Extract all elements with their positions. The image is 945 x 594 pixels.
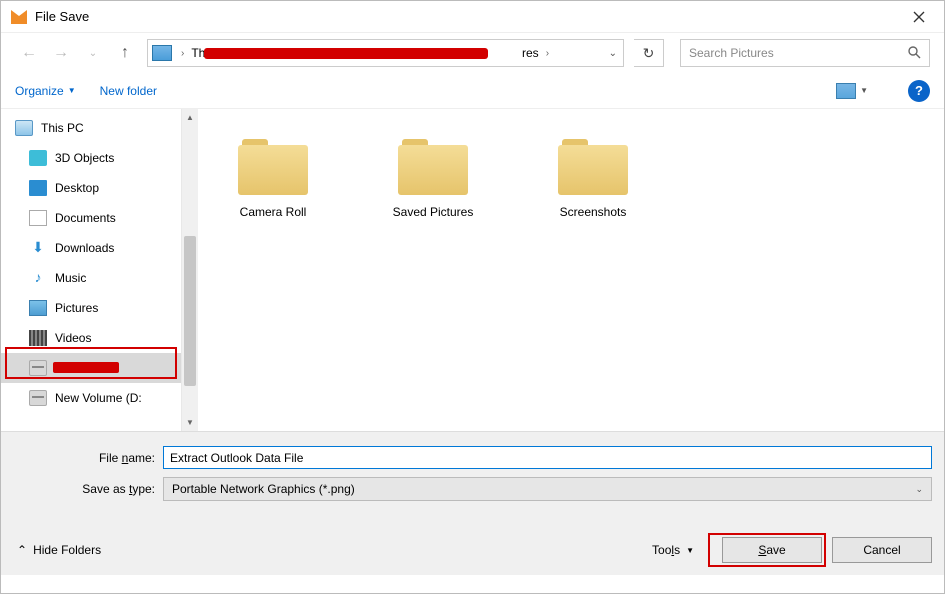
hide-folders-button[interactable]: ⌃ Hide Folders xyxy=(13,543,101,557)
filename-label: File name: xyxy=(13,451,163,465)
back-button[interactable]: ← xyxy=(15,41,43,65)
hide-folders-label: Hide Folders xyxy=(33,543,101,557)
forward-button[interactable]: → xyxy=(47,41,75,65)
pc-icon xyxy=(15,120,33,136)
recent-dropdown[interactable]: ⌄ xyxy=(79,41,107,65)
folder-camera-roll[interactable]: Camera Roll xyxy=(218,139,328,219)
search-input[interactable]: Search Pictures xyxy=(680,39,930,67)
download-icon xyxy=(29,240,47,256)
folder-label: Screenshots xyxy=(560,205,627,219)
chevron-right-icon: › xyxy=(543,48,552,59)
saveastype-label: Save as type: xyxy=(13,482,163,496)
scroll-thumb[interactable] xyxy=(184,236,196,386)
drive-icon xyxy=(29,390,47,406)
cube-icon xyxy=(29,150,47,166)
saveastype-value: Portable Network Graphics (*.png) xyxy=(172,482,355,496)
navigation-tree: This PC 3D Objects Desktop Documents Dow… xyxy=(1,109,181,431)
nav-label: Videos xyxy=(55,331,91,345)
address-dropdown[interactable]: ⌄ xyxy=(609,48,617,59)
scroll-up-button[interactable]: ▲ xyxy=(182,109,198,126)
chevron-down-icon: ▼ xyxy=(860,86,868,95)
view-options-button[interactable]: ▼ xyxy=(830,81,874,101)
nav-this-pc[interactable]: This PC xyxy=(1,113,181,143)
search-icon xyxy=(907,45,921,62)
scroll-down-button[interactable]: ▼ xyxy=(182,414,198,431)
nav-pictures[interactable]: Pictures xyxy=(1,293,181,323)
close-button[interactable] xyxy=(896,2,942,32)
nav-label: New Volume (D: xyxy=(55,391,142,405)
nav-desktop[interactable]: Desktop xyxy=(1,173,181,203)
close-icon xyxy=(913,11,925,23)
videos-icon xyxy=(29,330,47,346)
nav-label: Downloads xyxy=(55,241,114,255)
search-placeholder: Search Pictures xyxy=(689,46,774,60)
tools-button[interactable]: Tools ▼ xyxy=(652,543,694,557)
location-icon xyxy=(152,45,172,61)
nav-drive-d[interactable]: New Volume (D: xyxy=(1,383,181,413)
nav-3d-objects[interactable]: 3D Objects xyxy=(1,143,181,173)
folder-icon xyxy=(398,139,468,195)
documents-icon xyxy=(29,210,47,226)
nav-label: Documents xyxy=(55,211,116,225)
breadcrumb-tail[interactable]: res xyxy=(518,46,543,60)
nav-documents[interactable]: Documents xyxy=(1,203,181,233)
nav-videos[interactable]: Videos xyxy=(1,323,181,353)
nav-label: 3D Objects xyxy=(55,151,114,165)
nav-drive-c[interactable] xyxy=(1,353,181,383)
chevron-down-icon: ▼ xyxy=(686,546,694,555)
folder-icon xyxy=(558,139,628,195)
chevron-right-icon: › xyxy=(178,48,187,59)
desktop-icon xyxy=(29,180,47,196)
nav-label: Pictures xyxy=(55,301,98,315)
folder-icon xyxy=(238,139,308,195)
file-list[interactable]: Camera Roll Saved Pictures Screenshots xyxy=(198,109,944,431)
refresh-button[interactable]: ↻ xyxy=(634,39,664,67)
organize-label: Organize xyxy=(15,84,64,98)
save-button[interactable]: Save xyxy=(722,537,822,563)
cancel-button[interactable]: Cancel xyxy=(832,537,932,563)
saveastype-dropdown[interactable]: Portable Network Graphics (*.png) ⌄ xyxy=(163,477,932,501)
pictures-icon xyxy=(29,300,47,316)
chevron-down-icon: ⌄ xyxy=(915,484,923,495)
chevron-up-icon: ⌃ xyxy=(17,543,27,557)
sidebar-scrollbar[interactable]: ▲ ▼ xyxy=(181,109,198,431)
window-title: File Save xyxy=(35,9,89,24)
redacted-drive-label xyxy=(53,362,119,373)
up-button[interactable]: ↑ xyxy=(111,41,139,65)
filename-input[interactable] xyxy=(163,446,932,469)
nav-downloads[interactable]: Downloads xyxy=(1,233,181,263)
organize-button[interactable]: Organize ▼ xyxy=(15,84,76,98)
drive-icon xyxy=(29,360,47,376)
nav-label: Desktop xyxy=(55,181,99,195)
help-button[interactable]: ? xyxy=(908,80,930,102)
chevron-down-icon: ▼ xyxy=(68,86,76,95)
address-bar[interactable]: › This res › ⌄ xyxy=(147,39,624,67)
nav-label: This PC xyxy=(41,121,84,135)
nav-label: Music xyxy=(55,271,86,285)
folder-screenshots[interactable]: Screenshots xyxy=(538,139,648,219)
new-folder-button[interactable]: New folder xyxy=(100,84,157,98)
folder-label: Camera Roll xyxy=(240,205,307,219)
music-icon xyxy=(29,270,47,286)
app-icon xyxy=(11,10,27,24)
folder-label: Saved Pictures xyxy=(393,205,474,219)
nav-music[interactable]: Music xyxy=(1,263,181,293)
picture-icon xyxy=(836,83,856,99)
redacted-path xyxy=(204,48,488,59)
folder-saved-pictures[interactable]: Saved Pictures xyxy=(378,139,488,219)
